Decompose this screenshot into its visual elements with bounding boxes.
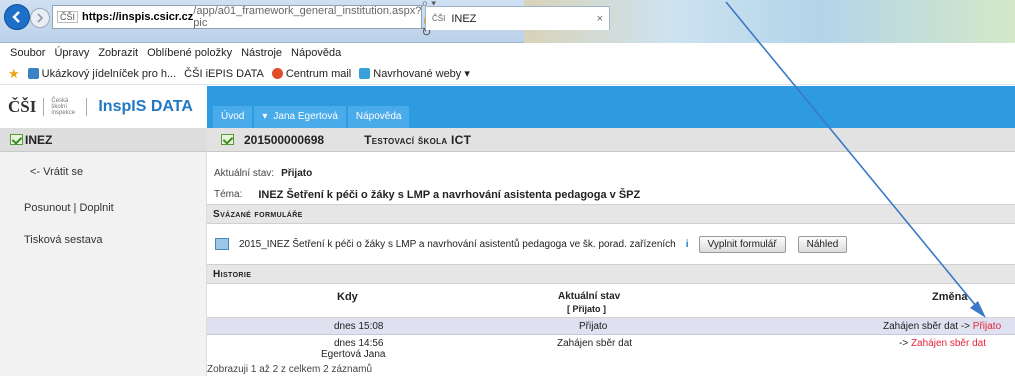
tab-favicon: ČŠI <box>432 14 446 23</box>
page-icon <box>27 68 39 79</box>
favorite-item[interactable]: Navrhované weby ▾ <box>359 67 470 80</box>
col-change[interactable]: Změna <box>932 291 967 303</box>
favorites-bar: ★ Ukázkový jídelníček pro h... ČŠI iEPIS… <box>0 63 1015 85</box>
close-tab-icon[interactable]: × <box>597 13 603 25</box>
topic-label: Téma: <box>214 189 243 200</box>
form-name: 2015_INEZ Šetření k péči o žáky s LMP a … <box>239 238 676 250</box>
favorite-item[interactable]: Centrum mail <box>271 68 351 80</box>
logo-divider <box>43 98 45 116</box>
history-header: Historie <box>207 264 1015 284</box>
topic-row: Téma: INEZ Šetření k péči o žáky s LMP a… <box>214 189 640 201</box>
row-change: Zahájen sběr dat -> Přijato <box>883 321 1002 332</box>
nav-help[interactable]: Nápověda <box>347 106 410 128</box>
caret-icon: ▾ <box>262 111 268 122</box>
linked-form-row: 2015_INEZ Šetření k péči o žáky s LMP a … <box>207 230 1015 258</box>
record-header: 201500000698 Testovací škola ICT <box>207 128 1015 152</box>
row-who: Egertová Jana <box>321 349 386 360</box>
form-icon <box>215 238 229 250</box>
nav-user[interactable]: ▾ Jana Egertová <box>254 106 346 128</box>
info-icon[interactable]: i <box>686 239 689 250</box>
record-number: 201500000698 <box>244 132 325 147</box>
site-badge: ČŠI <box>57 11 79 23</box>
arrow-right-icon <box>37 13 44 23</box>
fill-form-button[interactable]: Vyplnit formulář <box>698 235 786 253</box>
row-when: dnes 15:08 <box>334 321 384 332</box>
menu-tools[interactable]: Nástroje <box>241 47 282 59</box>
url-host: https://inspis.csicr.cz <box>82 11 194 23</box>
url-path: /app/a01_framework_general_institution.a… <box>193 5 422 29</box>
browser-menu-bar: Soubor Úpravy Zobrazit Oblíbené položky … <box>0 43 1015 63</box>
menu-favorites[interactable]: Oblíbené položky <box>147 47 232 59</box>
preview-button[interactable]: Náhled <box>797 235 848 253</box>
school-name: Testovací škola ICT <box>364 132 472 147</box>
back-button[interactable] <box>4 4 30 30</box>
menu-edit[interactable]: Úpravy <box>54 47 89 59</box>
tab-title: INEZ <box>451 12 477 25</box>
status-row: Aktuální stav: Přijato <box>214 167 312 179</box>
logo-subtitle: Česká školní inspekce <box>51 98 76 116</box>
favorites-star-icon[interactable]: ★ <box>8 66 20 82</box>
menu-view[interactable]: Zobrazit <box>98 47 138 59</box>
checkbox-icon <box>10 134 23 145</box>
topic-value: INEZ Šetření k péči o žáky s LMP a navrh… <box>258 189 641 201</box>
logo-inspis: InspIS DATA <box>98 98 193 115</box>
row-status: Přijato <box>579 321 608 332</box>
status-value: Přijato <box>281 168 313 179</box>
mail-icon <box>271 68 283 79</box>
print-report-link[interactable]: Tisková sestava <box>24 234 102 246</box>
favorite-item[interactable]: ČŠI iEPIS DATA <box>184 68 264 80</box>
favorite-item[interactable]: Ukázkový jídelníček pro h... <box>27 68 176 80</box>
back-link[interactable]: <- Vrátit se <box>30 166 83 178</box>
app-logo[interactable]: ČŠI Česká školní inspekce InspIS DATA <box>0 86 207 128</box>
checkbox-icon <box>221 134 234 145</box>
menu-file[interactable]: Soubor <box>10 47 45 59</box>
sidebar-title: INEZ <box>0 128 207 152</box>
history-table-header: Kdy Aktuální stav [ Přijato ] Změna <box>207 286 1015 318</box>
logo-csi: ČŠI <box>8 97 37 116</box>
table-row[interactable]: dnes 14:56 Egertová Jana Zahájen sběr da… <box>207 336 1015 362</box>
col-status-filter[interactable]: [ Přijato ] <box>567 304 606 314</box>
row-change: -> Zahájen sběr dat <box>899 338 987 349</box>
browser-tab[interactable]: ČŠI INEZ × <box>425 6 610 30</box>
address-bar[interactable]: ČŠI https://inspis.csicr.cz /app/a01_fra… <box>52 0 436 39</box>
logo-divider <box>86 98 88 116</box>
top-navigation: Úvod ▾ Jana Egertová Nápověda <box>207 86 1015 128</box>
col-status[interactable]: Aktuální stav <box>558 291 620 302</box>
row-when: dnes 14:56 <box>334 338 384 349</box>
status-label: Aktuální stav: <box>214 168 275 179</box>
forward-button[interactable] <box>30 8 50 28</box>
col-when[interactable]: Kdy <box>337 291 358 303</box>
linked-forms-header: Svázané formuláře <box>207 204 1015 224</box>
nav-home[interactable]: Úvod <box>213 106 253 128</box>
arrow-left-icon <box>12 11 20 23</box>
table-footer: Zobrazuji 1 až 2 z celkem 2 záznamů <box>207 364 373 375</box>
table-row[interactable]: dnes 15:08 Přijato Zahájen sběr dat -> P… <box>207 318 1015 335</box>
row-status: Zahájen sběr dat <box>557 338 633 349</box>
move-link[interactable]: Posunout | Doplnit <box>24 202 114 214</box>
web-icon <box>359 68 371 79</box>
menu-help[interactable]: Nápověda <box>291 47 341 59</box>
